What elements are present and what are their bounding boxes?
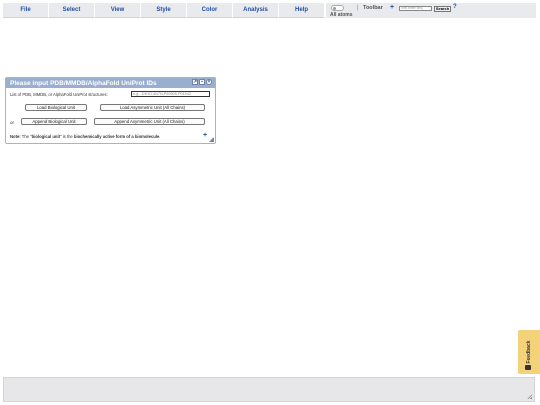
command-resize-icon[interactable] [527, 394, 532, 399]
dialog-titlebar[interactable]: Please input PDB/MMDB/AlphaFold UniProt … [6, 78, 215, 88]
input-ids-dialog: Please input PDB/MMDB/AlphaFold UniProt … [5, 77, 216, 144]
menu-file[interactable]: File [3, 3, 49, 18]
menu-analysis[interactable]: Analysis [233, 3, 279, 18]
note-bold-2: biochemically active form of a biomolecu… [73, 134, 160, 139]
toggle-knob [333, 7, 336, 10]
dialog-plus-icon[interactable]: + [203, 132, 207, 139]
load-biological-unit-button[interactable]: Load Biological Unit [25, 104, 87, 111]
menu-bar: File Select View Style Color Analysis He… [3, 3, 325, 18]
note-prefix: Note: [10, 134, 21, 139]
append-biological-unit-button[interactable]: Append Biological Unit [21, 118, 87, 125]
close-icon[interactable]: × [206, 79, 212, 85]
resize-handle-icon[interactable] [209, 137, 214, 142]
note-bold: biological unit [31, 134, 61, 139]
menu-color[interactable]: Color [187, 3, 233, 18]
structures-list-label: List of PDB, MMDB, or AlphaFold UniProt … [10, 92, 108, 97]
sequence-search-input[interactable]: one-letter seq. [399, 6, 432, 11]
all-atoms-toggle[interactable] [331, 5, 344, 11]
feedback-tab[interactable]: Feedback [518, 330, 540, 374]
or-label: or [10, 120, 15, 125]
toolbar-plus-icon[interactable]: + [390, 4, 394, 11]
menu-style[interactable]: Style [141, 3, 187, 18]
help-icon[interactable]: ? [453, 4, 457, 10]
append-asymmetric-unit-button[interactable]: Append Asymmetric Unit (All Chains) [94, 118, 205, 125]
search-button[interactable]: Search [434, 6, 451, 12]
maximize-icon[interactable]: ▪ [199, 79, 205, 85]
feedback-chat-icon [525, 365, 531, 370]
biological-unit-note: Note: The "biological unit" is the bioch… [10, 134, 160, 139]
dialog-title: Please input PDB/MMDB/AlphaFold UniProt … [10, 79, 157, 87]
structure-ids-input[interactable]: e.g., 1HHO,4N7N,P69905,P01942 [131, 91, 210, 97]
menu-view[interactable]: View [95, 3, 141, 18]
note-text-2: " is the [60, 134, 74, 139]
toolbar: All atoms | Toolbar + one-letter seq. Se… [326, 3, 536, 18]
note-text: The " [21, 134, 32, 139]
menu-help[interactable]: Help [279, 3, 325, 18]
menu-select[interactable]: Select [49, 3, 95, 18]
all-atoms-label: All atoms [330, 12, 353, 18]
toolbar-label[interactable]: Toolbar [363, 5, 383, 11]
toolbar-separator: | [357, 5, 359, 11]
load-asymmetric-unit-button[interactable]: Load Asymmetric Unit (All Chains) [100, 104, 205, 111]
expand-icon[interactable]: ↗ [192, 79, 198, 85]
note-text-3: . [159, 134, 161, 139]
feedback-label: Feedback [526, 340, 532, 364]
command-area[interactable] [3, 377, 535, 402]
